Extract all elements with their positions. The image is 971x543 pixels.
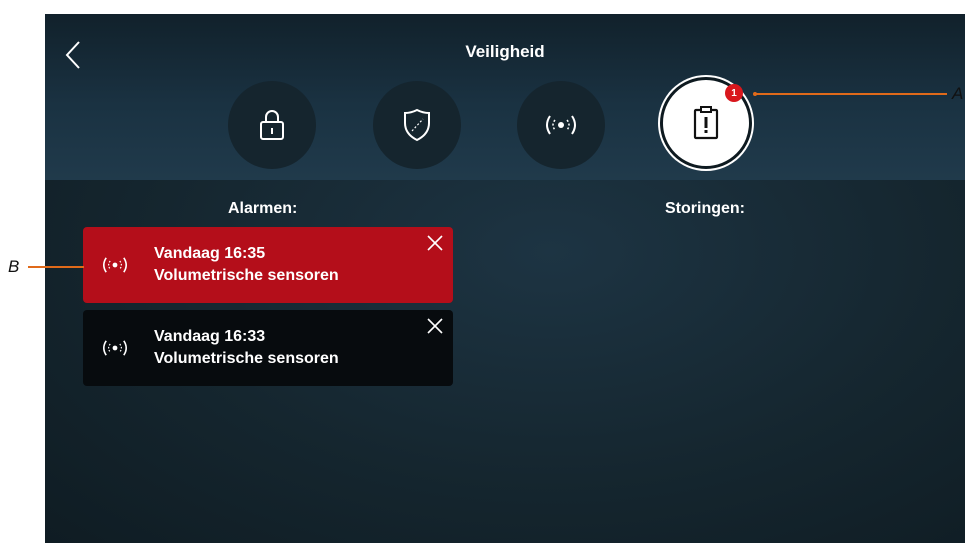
faults-heading: Storingen: (665, 200, 745, 217)
alarm-time: Vandaag 16:33 (154, 328, 266, 345)
close-button[interactable] (425, 233, 445, 253)
category-alerts[interactable]: 1 (660, 77, 752, 169)
alarm-text: Vandaag 16:33 Volumetrische sensoren (154, 326, 339, 370)
close-icon (427, 318, 443, 334)
sensor-icon (103, 340, 127, 356)
category-lock[interactable] (228, 81, 316, 169)
category-shield[interactable] (373, 81, 461, 169)
header-bar: Veiligheid 1 (45, 14, 965, 180)
shield-icon (404, 108, 430, 142)
alarm-text: Vandaag 16:35 Volumetrische sensoren (154, 243, 339, 287)
alarm-name: Volumetrische sensoren (154, 267, 339, 284)
page-title: Veiligheid (465, 42, 545, 61)
alarm-item[interactable]: Vandaag 16:33 Volumetrische sensoren (83, 310, 453, 386)
lock-icon (260, 110, 284, 140)
close-button[interactable] (425, 316, 445, 336)
sensor-icon (103, 257, 127, 273)
alarm-name: Volumetrische sensoren (154, 350, 339, 367)
callout-a-line (755, 93, 947, 95)
alarm-item[interactable]: Vandaag 16:35 Volumetrische sensoren (83, 227, 453, 303)
callout-b-line (28, 266, 84, 268)
close-icon (427, 235, 443, 251)
callout-a-label: A (952, 84, 964, 103)
callout-b-label: B (8, 257, 20, 276)
alarm-time: Vandaag 16:35 (154, 245, 266, 262)
clipboard-alert-icon (693, 106, 719, 140)
sensor-icon (546, 115, 576, 135)
notification-badge: 1 (725, 84, 743, 102)
alarms-heading: Alarmen: (228, 200, 298, 217)
category-sensors[interactable] (517, 81, 605, 169)
